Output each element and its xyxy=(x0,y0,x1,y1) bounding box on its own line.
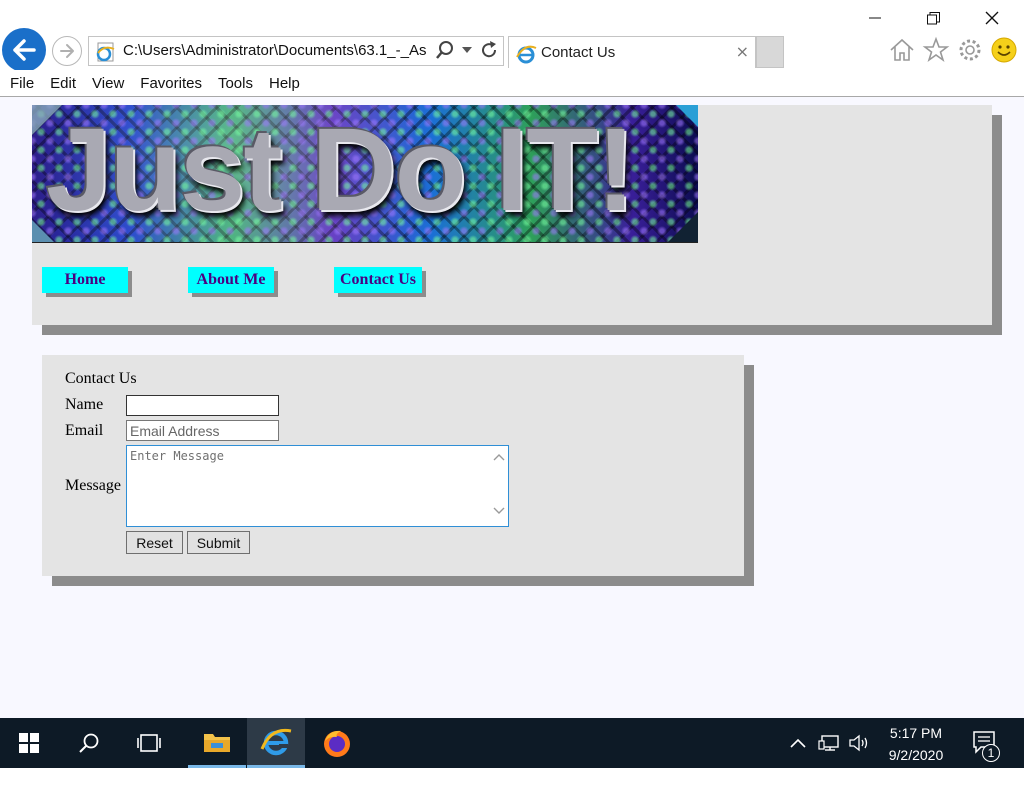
email-input[interactable] xyxy=(126,420,279,441)
network-icon[interactable] xyxy=(818,734,840,752)
email-label: Email xyxy=(65,422,104,439)
search-icon xyxy=(79,733,99,753)
menu-file[interactable]: File xyxy=(0,75,42,92)
address-bar[interactable]: C:\Users\Administrator\Documents\63.1_-_… xyxy=(88,36,504,66)
search-icon[interactable] xyxy=(435,40,455,60)
taskbar: 5:17 PM 9/2/2020 1 xyxy=(0,718,1024,768)
task-view-icon xyxy=(137,734,161,752)
close-window-button[interactable] xyxy=(970,4,1014,32)
internet-explorer-taskbar-button[interactable] xyxy=(247,718,305,768)
minimize-icon xyxy=(869,17,881,19)
settings-gear-icon[interactable] xyxy=(956,36,984,64)
banner-text: Just Do IT! xyxy=(46,105,636,236)
ie-tab-icon xyxy=(516,45,537,64)
screen: C:\Users\Administrator\Documents\63.1_-_… xyxy=(0,0,1024,796)
menu-edit[interactable]: Edit xyxy=(42,75,84,92)
system-tray xyxy=(788,718,870,768)
firefox-taskbar-button[interactable] xyxy=(308,718,366,768)
address-text[interactable]: C:\Users\Administrator\Documents\63.1_-_… xyxy=(123,42,427,62)
new-tab-button[interactable] xyxy=(756,36,784,68)
windows-logo-icon xyxy=(19,733,39,753)
menu-tools[interactable]: Tools xyxy=(210,75,261,92)
clock-date: 9/2/2020 xyxy=(888,747,944,763)
show-hidden-icons-chevron-icon[interactable] xyxy=(788,736,808,750)
minimize-button[interactable] xyxy=(853,4,897,32)
message-label: Message xyxy=(65,477,121,494)
tab-title: Contact Us xyxy=(541,44,616,61)
back-button[interactable] xyxy=(2,28,46,72)
dropdown-arrow-icon[interactable] xyxy=(461,46,473,54)
menu-help[interactable]: Help xyxy=(261,75,308,92)
back-arrow-icon xyxy=(13,39,36,61)
header-panel: Just Do IT! Home About Me Contact Us xyxy=(32,105,992,325)
restore-button[interactable] xyxy=(911,4,955,32)
message-textarea[interactable] xyxy=(126,445,509,527)
name-input[interactable] xyxy=(126,395,279,416)
notification-badge: 1 xyxy=(982,744,1000,762)
restore-icon xyxy=(926,11,940,24)
folder-icon xyxy=(204,733,230,752)
start-button[interactable] xyxy=(0,718,58,768)
firefox-icon xyxy=(324,730,350,757)
forward-button[interactable] xyxy=(52,36,82,66)
tab-contact-us[interactable]: Contact Us × xyxy=(508,36,756,68)
menu-bar: File Edit View Favorites Tools Help xyxy=(0,70,1024,97)
nav-about-me-button[interactable]: About Me xyxy=(188,267,274,293)
bottom-strip xyxy=(0,768,1024,796)
favorites-star-icon[interactable] xyxy=(922,36,950,64)
action-center-button[interactable]: 1 xyxy=(968,728,1000,762)
page-icon xyxy=(96,42,115,62)
form-title: Contact Us xyxy=(65,370,137,387)
nav-contact-us-button[interactable]: Contact Us xyxy=(334,267,422,293)
forward-arrow-icon xyxy=(60,44,74,58)
taskbar-clock[interactable]: 5:17 PM 9/2/2020 xyxy=(876,722,956,766)
contact-form-panel: Contact Us Name Email Message Reset Subm… xyxy=(42,355,744,576)
name-label: Name xyxy=(65,396,104,413)
file-explorer-taskbar-button[interactable] xyxy=(188,718,246,768)
submit-button[interactable]: Submit xyxy=(187,531,250,554)
menu-favorites[interactable]: Favorites xyxy=(132,75,210,92)
taskbar-search-button[interactable] xyxy=(60,718,118,768)
close-icon xyxy=(985,11,999,25)
menu-view[interactable]: View xyxy=(84,75,132,92)
nav-home-button[interactable]: Home xyxy=(42,267,128,293)
textarea-scroll-arrows-icon[interactable] xyxy=(492,451,506,521)
home-icon[interactable] xyxy=(888,36,916,64)
tab-close-button[interactable]: × xyxy=(736,44,749,60)
smiley-feedback-icon[interactable] xyxy=(990,36,1018,64)
internet-explorer-icon xyxy=(260,728,292,755)
volume-icon[interactable] xyxy=(848,734,870,752)
clock-time: 5:17 PM xyxy=(889,725,943,741)
reset-button[interactable]: Reset xyxy=(126,531,183,554)
task-view-button[interactable] xyxy=(120,718,178,768)
refresh-icon[interactable] xyxy=(479,40,499,60)
banner-image: Just Do IT! xyxy=(32,105,698,243)
